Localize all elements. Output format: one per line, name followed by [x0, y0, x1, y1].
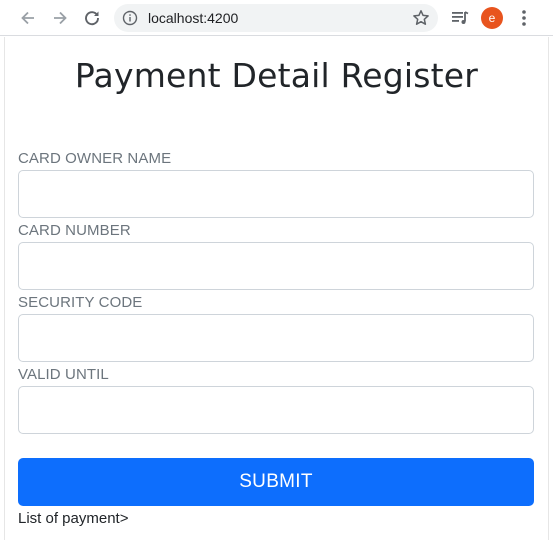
card-owner-name-input[interactable]	[18, 170, 534, 218]
star-icon[interactable]	[412, 9, 430, 27]
browser-toolbar: localhost:4200 e	[0, 0, 553, 36]
card-owner-name-label: CARD OWNER NAME	[18, 150, 172, 167]
valid-until-input[interactable]	[18, 386, 534, 434]
list-of-payment-link[interactable]: List of payment>	[18, 510, 128, 527]
address-bar[interactable]: localhost:4200	[114, 4, 438, 32]
security-code-input[interactable]	[18, 314, 534, 362]
security-code-label: SECURITY CODE	[18, 294, 143, 311]
url-text: localhost:4200	[148, 10, 239, 26]
forward-arrow-icon[interactable]	[48, 6, 72, 30]
page-border-left	[4, 37, 5, 540]
menu-dots-icon[interactable]	[516, 8, 532, 28]
info-icon[interactable]	[122, 10, 138, 26]
back-arrow-icon[interactable]	[16, 6, 40, 30]
media-queue-icon[interactable]	[450, 8, 470, 28]
page-title: Payment Detail Register	[74, 56, 479, 95]
valid-until-label: VALID UNTIL	[18, 366, 109, 383]
page-border-right	[548, 37, 549, 540]
submit-button[interactable]: SUBMIT	[18, 458, 534, 506]
card-number-input[interactable]	[18, 242, 534, 290]
reload-icon[interactable]	[80, 6, 104, 30]
avatar[interactable]: e	[481, 7, 503, 29]
card-number-label: CARD NUMBER	[18, 222, 131, 239]
